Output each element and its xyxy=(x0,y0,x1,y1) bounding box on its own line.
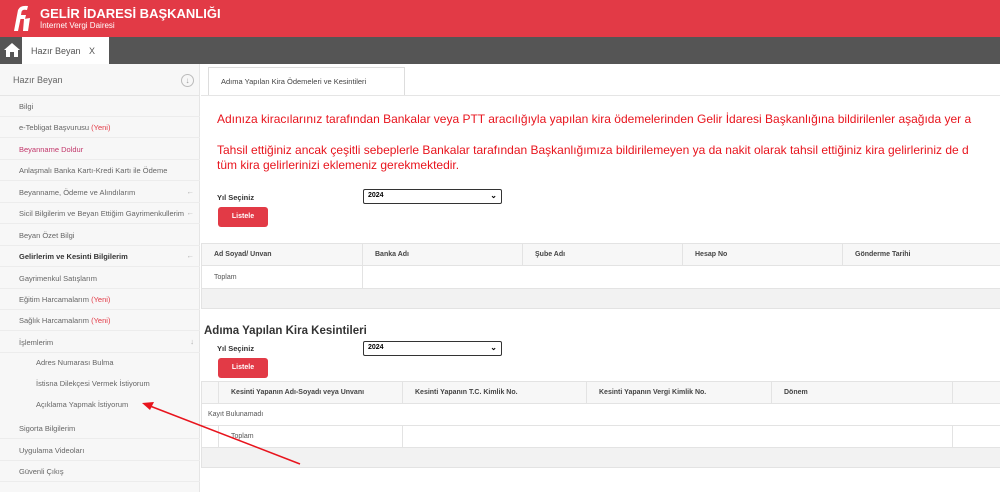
annotation-arrow xyxy=(142,402,301,465)
